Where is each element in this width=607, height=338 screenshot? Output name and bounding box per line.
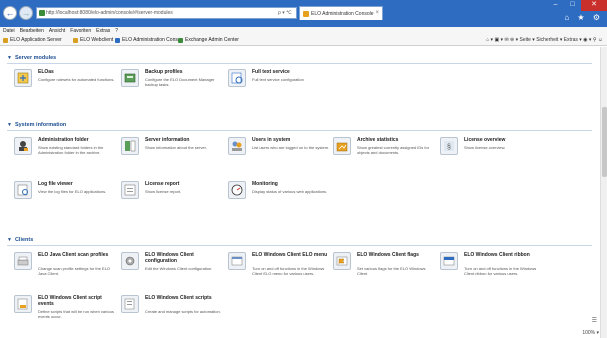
client-flags-icon [333,252,351,270]
license-report-icon [121,181,139,199]
chevron-down-icon: ▼ [7,237,12,243]
tile-server-information[interactable]: Server information Show information abou… [121,137,221,169]
scan-profiles-icon [14,252,32,270]
scrollbar-thumb[interactable] [602,107,607,177]
tile-full-text-service[interactable]: Full text service Full text service conf… [228,69,328,101]
tile-windows-client-script-events[interactable]: ELO Windows Client script events Define … [14,295,114,327]
menu-favoriten[interactable]: Favoriten [70,27,91,35]
menu-bearbeiten[interactable]: Bearbeiten [20,27,44,35]
favorite-icon [178,37,183,43]
address-tools[interactable]: ρ ▾ ℃ [278,10,292,16]
tile-windows-client-configuration[interactable]: ELO Windows Client configuration Edit th… [121,252,221,284]
tile-archive-statistics[interactable]: Archive statistics Show greatest current… [333,137,433,169]
menu-ansicht[interactable]: Ansicht [49,27,65,35]
section-divider [7,245,592,246]
favorites-bar: ELO Application Server ELO Webclient ELO… [0,35,607,46]
menu-datei[interactable]: Datei [3,27,15,35]
favorite-elo-webclient[interactable]: ELO Webclient [73,37,113,43]
window-controls: – □ ✕ [547,0,607,11]
menu-bar: Datei Bearbeiten Ansicht Favoriten Extra… [0,27,607,35]
favorite-icon [73,37,78,43]
back-button[interactable]: ← [3,6,17,20]
close-button[interactable]: ✕ [581,0,607,11]
address-bar[interactable]: http://localhost:8080/elo-admin/console/… [36,7,297,19]
eloas-icon [14,69,32,87]
client-scripts-icon [121,295,139,313]
favorite-exchange-admin-center[interactable]: Exchange Admin Center [178,37,239,43]
administration-folder-icon [14,137,32,155]
chevron-down-icon: ▼ [7,55,12,61]
archive-statistics-icon [333,137,351,155]
tile-backup-profiles[interactable]: Backup profiles Configure the ELO Docume… [121,69,221,101]
tile-eloas[interactable]: ELOas Configure rulesets for automated f… [14,69,115,101]
section-divider [7,63,592,64]
minimize-button[interactable]: – [547,0,564,11]
menu-help[interactable]: ? [115,27,118,35]
svg-text:§: § [447,144,451,151]
chevron-down-icon: ▼ [7,122,12,128]
tile-windows-client-elo-menu[interactable]: ELO Windows Client ELO menu Turn on and … [228,252,328,284]
home-favorites-settings-icons[interactable]: ⌂ ★ ⚙ [564,13,603,22]
script-events-icon [14,295,32,313]
tile-users-in-system[interactable]: Users in system List users who are logge… [228,137,329,169]
forward-button[interactable]: → [19,6,33,20]
tile-license-overview[interactable]: § License overview Show license overview… [440,137,540,169]
tile-log-file-viewer[interactable]: Log file viewer View the log files for E… [14,181,114,213]
tab-close-icon[interactable]: × [375,10,379,16]
section-system-information[interactable]: ▼ System information [7,122,66,128]
favorite-icon [3,37,8,43]
admin-console-content: ▼ Server modules ELOas Configure ruleset… [0,47,600,338]
tile-windows-client-flags[interactable]: ELO Windows Client flags Set various fla… [333,252,433,284]
tile-monitoring[interactable]: Monitoring Display status of various web… [228,181,328,213]
tile-windows-client-scripts[interactable]: ELO Windows Client scripts Create and ma… [121,295,221,327]
log-file-viewer-icon [14,181,32,199]
tile-java-client-scan-profiles[interactable]: ELO Java Client scan profiles Change sca… [14,252,114,284]
maximize-button[interactable]: □ [564,0,581,11]
vertical-scrollbar[interactable] [600,47,607,338]
server-information-icon [121,137,139,155]
backup-profiles-icon [121,69,139,87]
tile-administration-folder[interactable]: Administration folder Show existing stan… [14,137,114,169]
fulltext-service-icon [228,69,246,87]
users-in-system-icon [228,137,246,155]
favorite-elo-administration-console[interactable]: ELO Administration Cons... [115,37,182,43]
command-bar[interactable]: ⌂ ▾ ▣ ▾ ✉ ⊜ ▾ Seite ▾ Sicherheit ▾ Extra… [486,37,603,43]
license-overview-icon: § [440,137,458,155]
tab-label: ELO Administration Console [311,11,374,17]
zoom-level[interactable]: 100% ▾ [582,330,599,336]
section-divider [7,130,592,131]
browser-titlebar: ← → http://localhost:8080/elo-admin/cons… [0,0,607,27]
tab-elo-admin-console[interactable]: ELO Administration Console × [299,6,383,20]
tab-favicon-icon [303,11,309,17]
address-url: http://localhost:8080/elo-admin/console/… [46,10,173,16]
favorite-icon [115,37,120,43]
tile-windows-client-ribbon[interactable]: ELO Windows Client ribbon Turn on and of… [440,252,540,284]
page-icon [39,10,45,16]
monitoring-icon [228,181,246,199]
tile-license-report[interactable]: License report Show license report. [121,181,221,213]
section-clients[interactable]: ▼ Clients [7,237,33,243]
menu-extras[interactable]: Extras [96,27,110,35]
client-configuration-icon [121,252,139,270]
client-elo-menu-icon [228,252,246,270]
client-ribbon-icon [440,252,458,270]
favorite-elo-application-server[interactable]: ELO Application Server [3,37,62,43]
section-server-modules[interactable]: ▼ Server modules [7,55,56,61]
menu-toggle-icon[interactable]: ☰ [592,317,597,324]
